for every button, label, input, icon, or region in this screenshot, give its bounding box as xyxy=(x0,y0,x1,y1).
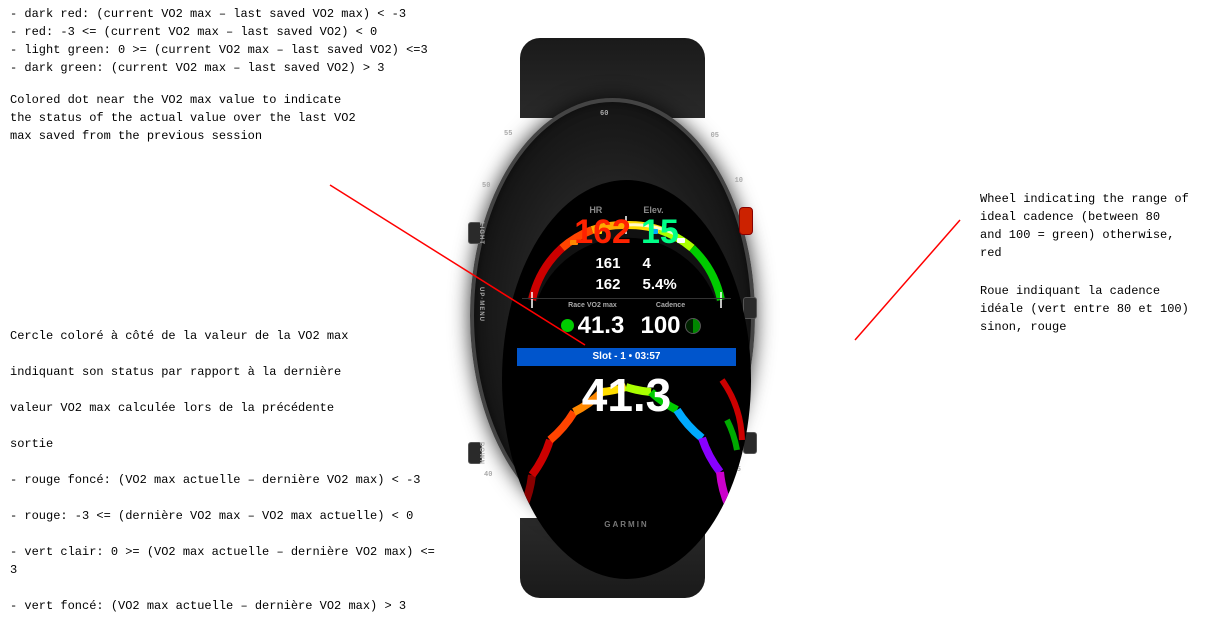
vo2-status-dot xyxy=(561,319,574,332)
label-light: LIGHT xyxy=(478,222,484,245)
row2: 161 4 xyxy=(502,255,751,272)
legend-light-green: - light green: 0 >= (current VO2 max – l… xyxy=(10,41,440,59)
vo2-label: Race VO2 max xyxy=(553,302,633,309)
row2-hr: 161 xyxy=(571,255,621,272)
legend-dark-red: - dark red: (current VO2 max – last save… xyxy=(10,5,440,23)
vo2-cadence-labels: Race VO2 max Cadence xyxy=(502,302,751,309)
vo2-value: 41.3 xyxy=(578,314,625,338)
bezel-label-05: 05 xyxy=(711,132,719,140)
wheel-fr-2: idéale (vert entre 80 et 100) xyxy=(980,302,1189,316)
legend-dark-green: - dark green: (current VO2 max – last sa… xyxy=(10,59,440,77)
big-vo2-value: 41.3 xyxy=(502,372,751,418)
wheel-en-1: Wheel indicating the range of xyxy=(980,192,1189,206)
wheel-en-4: red xyxy=(980,246,1002,260)
dot-desc-1: Colored dot near the VO2 max value to in… xyxy=(10,91,440,109)
french-desc-1: Cercle coloré à côté de la valeur de la … xyxy=(10,327,440,345)
garmin-logo: GARMIN xyxy=(502,520,751,529)
main-values-row: 162 15 xyxy=(502,215,751,249)
watch: 60 05 10 25 35 40 50 55 LIGHT UP·MENU DO… xyxy=(460,38,770,598)
colored-dot-description: Colored dot near the VO2 max value to in… xyxy=(10,91,440,145)
bezel-label-50: 50 xyxy=(482,182,490,190)
row3-elev: 5.4% xyxy=(643,276,683,293)
watch-case: 60 05 10 25 35 40 50 55 LIGHT UP·MENU DO… xyxy=(470,98,755,533)
slot-bar: Slot - 1 • 03:57 xyxy=(517,348,736,366)
bezel-label-55: 55 xyxy=(504,130,512,138)
watch-face: HR Elev. 162 15 161 4 xyxy=(502,180,751,579)
wheel-en-2: ideal cadence (between 80 xyxy=(980,210,1160,224)
label-down: DOWN xyxy=(478,442,484,465)
elev-value: 15 xyxy=(641,215,679,249)
label-up-menu: UP·MENU xyxy=(478,287,484,322)
vo2-value-group: 41.3 xyxy=(552,314,632,338)
wheel-fr-1: Roue indiquant la cadence xyxy=(980,284,1160,298)
french-legend-dark-green: - vert foncé: (VO2 max actuelle – derniè… xyxy=(10,597,440,615)
left-bottom-annotations: Cercle coloré à côté de la valeur de la … xyxy=(10,327,440,615)
row2-elev: 4 xyxy=(643,255,683,272)
french-legend-light-green: - vert clair: 0 >= (VO2 max actuelle – d… xyxy=(10,543,440,579)
wheel-desc-french: Roue indiquant la cadence idéale (vert e… xyxy=(980,282,1220,336)
french-legend-red: - rouge: -3 <= (dernière VO2 max – VO2 m… xyxy=(10,507,440,525)
divider-1 xyxy=(522,298,731,299)
legend-red: - red: -3 <= (current VO2 max – last sav… xyxy=(10,23,440,41)
right-annotations: Wheel indicating the range of ideal cade… xyxy=(980,190,1220,350)
bezel-label-60: 60 xyxy=(600,110,608,118)
color-legend-block: - dark red: (current VO2 max – last save… xyxy=(10,5,440,77)
wheel-fr-3: sinon, rouge xyxy=(980,320,1066,334)
wheel-desc-english: Wheel indicating the range of ideal cade… xyxy=(980,190,1220,262)
cadence-value-group: 100 xyxy=(640,314,700,338)
dot-desc-2: the status of the actual value over the … xyxy=(10,109,440,127)
cadence-value: 100 xyxy=(640,314,680,338)
cadence-wheel-indicator xyxy=(685,318,701,334)
screen-data: HR Elev. 162 15 161 4 xyxy=(502,180,751,579)
slot-text: Slot - 1 • 03:57 xyxy=(593,351,661,362)
french-desc-4: sortie xyxy=(10,435,440,453)
dot-desc-3: max saved from the previous session xyxy=(10,127,440,145)
french-desc-3: valeur VO2 max calculée lors de la précé… xyxy=(10,399,440,417)
row3-hr: 162 xyxy=(571,276,621,293)
left-top-annotations: - dark red: (current VO2 max – last save… xyxy=(10,5,440,159)
bezel-label-40: 40 xyxy=(484,471,492,479)
row3: 162 5.4% xyxy=(502,276,751,293)
cadence-label: Cadence xyxy=(641,302,701,309)
wheel-en-3: and 100 = green) otherwise, xyxy=(980,228,1174,242)
french-legend-dark-red: - rouge foncé: (VO2 max actuelle – derni… xyxy=(10,471,440,489)
hr-value: 162 xyxy=(574,215,631,249)
french-desc-2: indiquant son status par rapport à la de… xyxy=(10,363,440,381)
vo2-cadence-values: 41.3 100 xyxy=(502,314,751,338)
